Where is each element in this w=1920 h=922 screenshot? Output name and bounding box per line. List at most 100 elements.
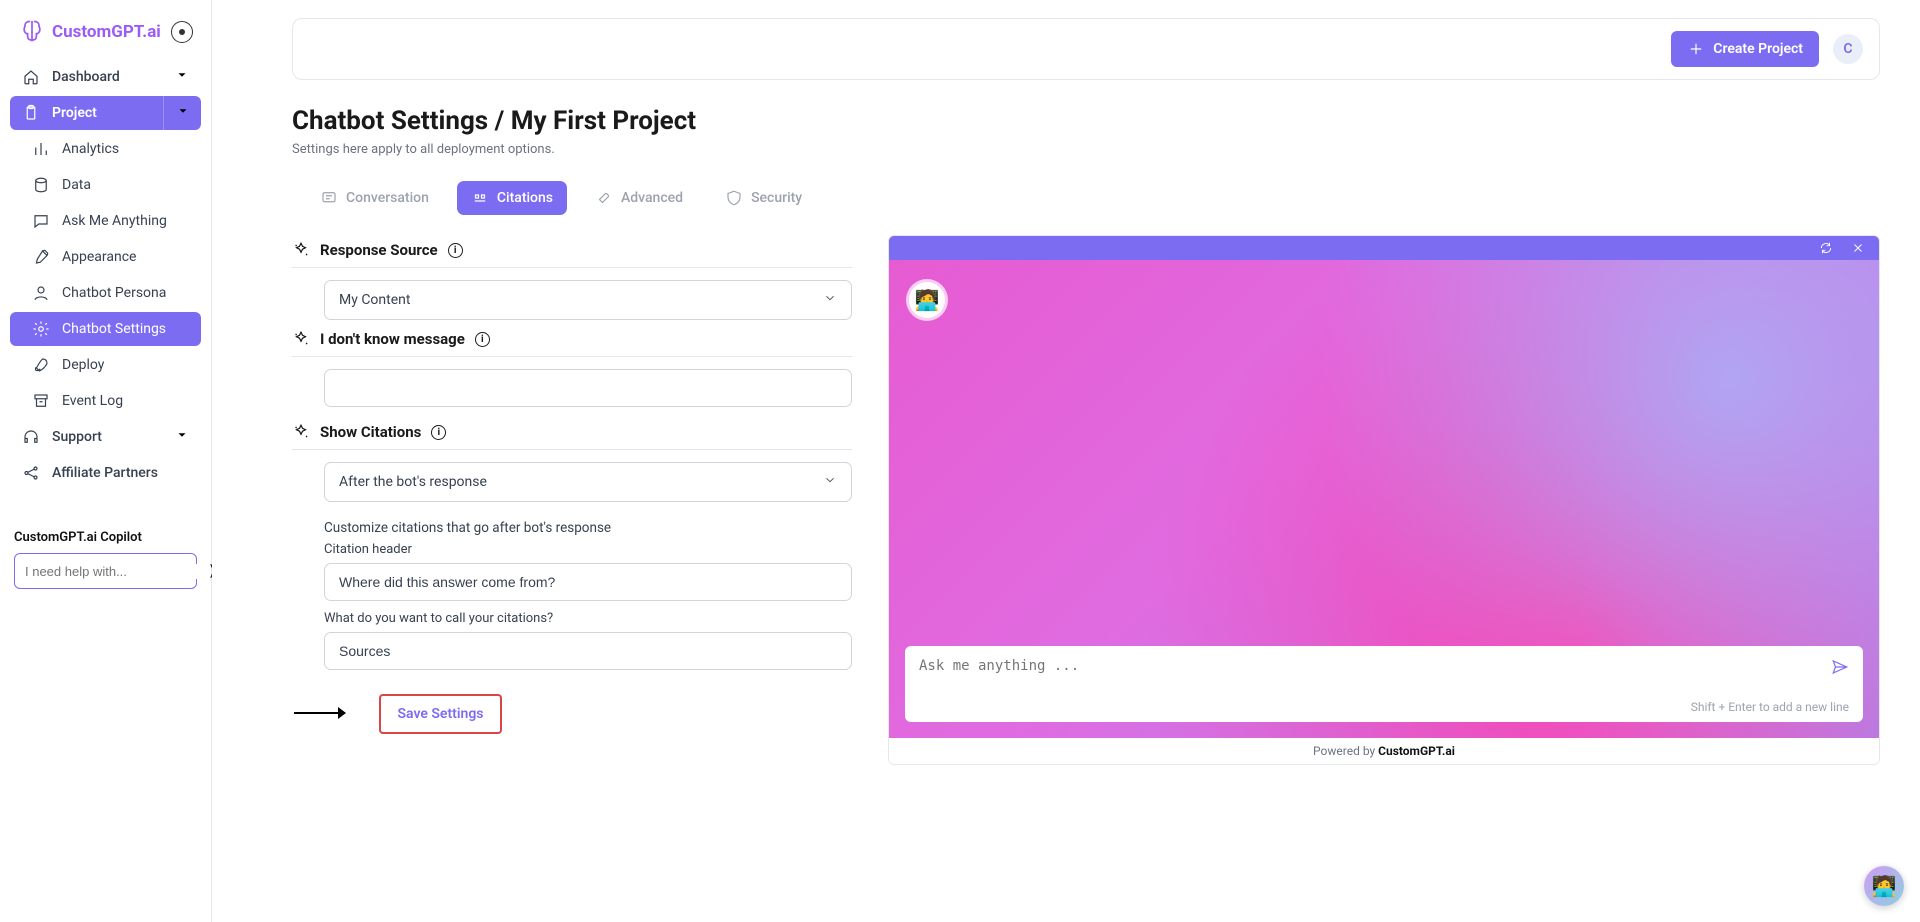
- page-title: Chatbot Settings / My First Project: [292, 106, 1880, 136]
- archive-icon: [32, 392, 50, 410]
- tab-label: Conversation: [346, 190, 429, 206]
- tab-label: Citations: [497, 190, 553, 206]
- brush-icon: [32, 248, 50, 266]
- brand-logo[interactable]: CustomGPT.ai: [18, 18, 161, 46]
- target-icon[interactable]: [171, 21, 193, 43]
- close-icon[interactable]: [1849, 239, 1867, 257]
- section-title: Response Source: [320, 241, 438, 259]
- chat-preview: 🧑‍💻 Shift + Enter to add a new line Powe…: [888, 235, 1880, 765]
- chevron-down-icon: [823, 473, 837, 491]
- tab-advanced[interactable]: Advanced: [581, 181, 697, 215]
- citation-header-input[interactable]: [324, 563, 852, 601]
- chart-icon: [32, 140, 50, 158]
- idk-message-input[interactable]: [324, 369, 852, 407]
- sidebar-item-affiliate[interactable]: Affiliate Partners: [10, 456, 201, 490]
- sidebar: CustomGPT.ai Dashboard Project: [0, 0, 212, 922]
- copilot-title: CustomGPT.ai Copilot: [14, 530, 197, 545]
- tab-security[interactable]: Security: [711, 181, 816, 215]
- clipboard-icon: [22, 104, 40, 122]
- section-title: I don't know message: [320, 330, 465, 348]
- tab-label: Security: [751, 190, 802, 206]
- chevron-down-icon: [175, 428, 189, 446]
- sidebar-item-data[interactable]: Data: [10, 168, 201, 202]
- sidebar-item-dashboard[interactable]: Dashboard: [10, 60, 201, 94]
- brain-icon: [18, 18, 46, 46]
- create-project-label: Create Project: [1713, 41, 1803, 57]
- sidebar-item-eventlog[interactable]: Event Log: [10, 384, 201, 418]
- sparkle-icon: [292, 330, 310, 348]
- chat-input-box: Shift + Enter to add a new line: [905, 646, 1863, 722]
- sidebar-item-analytics[interactable]: Analytics: [10, 132, 201, 166]
- settings-tabs: Conversation Citations Advanced Security: [292, 181, 1880, 215]
- save-settings-button[interactable]: Save Settings: [379, 694, 501, 734]
- chat-hint: Shift + Enter to add a new line: [919, 700, 1849, 714]
- sidebar-label: Affiliate Partners: [52, 465, 158, 481]
- user-icon: [32, 284, 50, 302]
- refresh-icon[interactable]: [1817, 239, 1835, 257]
- info-icon[interactable]: i: [448, 243, 463, 258]
- topbar: Create Project C: [292, 18, 1880, 80]
- main: Create Project C Chatbot Settings / My F…: [212, 0, 1920, 922]
- tab-label: Advanced: [621, 190, 683, 206]
- create-project-button[interactable]: Create Project: [1671, 31, 1819, 67]
- chevron-down-icon: [176, 104, 190, 122]
- powered-brand: CustomGPT.ai: [1378, 744, 1455, 758]
- sidebar-label: Deploy: [62, 357, 104, 373]
- sidebar-label: Dashboard: [52, 69, 120, 85]
- chat-textarea[interactable]: [919, 658, 1819, 690]
- info-icon[interactable]: i: [431, 425, 446, 440]
- chat-icon: [32, 212, 50, 230]
- sidebar-item-deploy[interactable]: Deploy: [10, 348, 201, 382]
- section-show-citations: Show Citations i: [292, 423, 852, 450]
- sidebar-label: Support: [52, 429, 102, 445]
- sidebar-item-ask[interactable]: Ask Me Anything: [10, 204, 201, 238]
- sidebar-item-chatbot-settings[interactable]: Chatbot Settings: [10, 312, 201, 346]
- copilot-input[interactable]: [25, 564, 201, 579]
- database-icon: [32, 176, 50, 194]
- show-citations-select[interactable]: After the bot's response: [324, 462, 852, 502]
- tab-conversation[interactable]: Conversation: [306, 181, 443, 215]
- citation-header-label: Citation header: [324, 542, 852, 557]
- message-icon: [320, 189, 338, 207]
- tab-citations[interactable]: Citations: [457, 181, 567, 215]
- citation-name-input[interactable]: [324, 632, 852, 670]
- rocket-icon: [32, 356, 50, 374]
- user-avatar[interactable]: C: [1833, 34, 1863, 64]
- sidebar-label: Project: [52, 105, 97, 121]
- shield-icon: [725, 189, 743, 207]
- preview-footer: Powered by CustomGPT.ai: [889, 738, 1879, 764]
- annotation-arrow-icon: [292, 703, 348, 723]
- copilot-input-wrap[interactable]: [14, 553, 197, 589]
- sidebar-label: Event Log: [62, 393, 123, 409]
- settings-panel: Response Source i My Content I don't kno…: [292, 235, 852, 734]
- select-value: After the bot's response: [339, 474, 487, 490]
- section-idk: I don't know message i: [292, 330, 852, 357]
- sparkle-icon: [292, 423, 310, 441]
- sidebar-label: Chatbot Settings: [62, 321, 166, 337]
- info-icon[interactable]: i: [475, 332, 490, 347]
- avatar-letter: C: [1843, 41, 1852, 57]
- sidebar-item-appearance[interactable]: Appearance: [10, 240, 201, 274]
- project-caret[interactable]: [163, 96, 201, 130]
- floating-help-avatar[interactable]: 🧑‍💻: [1864, 866, 1904, 906]
- preview-body: 🧑‍💻 Shift + Enter to add a new line: [889, 260, 1879, 738]
- response-source-select[interactable]: My Content: [324, 280, 852, 320]
- chevron-down-icon: [175, 68, 189, 86]
- select-value: My Content: [339, 292, 410, 308]
- sidebar-label: Analytics: [62, 141, 119, 157]
- gear-icon: [32, 320, 50, 338]
- powered-prefix: Powered by: [1313, 744, 1378, 758]
- sidebar-item-persona[interactable]: Chatbot Persona: [10, 276, 201, 310]
- page-subtitle: Settings here apply to all deployment op…: [292, 142, 1880, 157]
- sidebar-label: Chatbot Persona: [62, 285, 166, 301]
- send-icon[interactable]: [1831, 658, 1849, 676]
- home-icon: [22, 68, 40, 86]
- sidebar-item-project[interactable]: Project: [10, 96, 163, 130]
- sidebar-item-support[interactable]: Support: [10, 420, 201, 454]
- sidebar-label: Appearance: [62, 249, 136, 265]
- section-title: Show Citations: [320, 423, 421, 441]
- wrench-icon: [595, 189, 613, 207]
- preview-titlebar: [889, 236, 1879, 260]
- brand-name: CustomGPT.ai: [52, 22, 161, 42]
- section-response-source: Response Source i: [292, 241, 852, 268]
